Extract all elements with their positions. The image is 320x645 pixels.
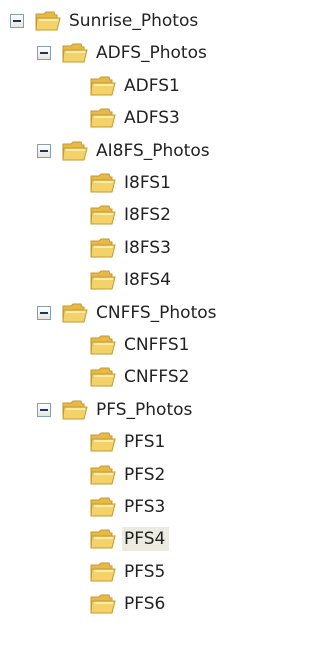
tree-node[interactable]: Sunrise_Photos bbox=[10, 6, 202, 36]
folder-tree: Sunrise_Photos ADFS_Photos ADFS1 ADFS3 AI8FS… bbox=[0, 0, 266, 645]
tree-node-label[interactable]: PFS_Photos bbox=[94, 398, 196, 422]
folder-icon bbox=[90, 269, 116, 291]
folder-icon bbox=[90, 366, 116, 388]
tree-node[interactable]: AI8FS_Photos bbox=[37, 136, 214, 166]
folder-icon bbox=[90, 107, 116, 129]
tree-node-label[interactable]: Sunrise_Photos bbox=[67, 9, 202, 33]
tree-node-label[interactable]: I8FS3 bbox=[122, 236, 175, 260]
folder-icon bbox=[62, 399, 88, 421]
tree-node[interactable]: CNFFS2 bbox=[90, 362, 193, 392]
folder-icon bbox=[62, 42, 88, 64]
folder-icon bbox=[62, 140, 88, 162]
folder-icon bbox=[90, 561, 116, 583]
tree-node-label[interactable]: PFS1 bbox=[122, 430, 169, 454]
tree-node[interactable]: I8FS4 bbox=[90, 265, 175, 295]
tree-node-label[interactable]: I8FS2 bbox=[122, 203, 175, 227]
tree-node[interactable]: PFS3 bbox=[90, 492, 169, 522]
collapse-icon[interactable] bbox=[37, 305, 51, 320]
collapse-icon[interactable] bbox=[10, 14, 24, 28]
folder-icon bbox=[90, 464, 116, 486]
collapse-icon[interactable] bbox=[37, 143, 51, 158]
collapse-icon[interactable] bbox=[37, 402, 51, 417]
tree-node-label[interactable]: PFS3 bbox=[122, 495, 169, 519]
folder-icon bbox=[90, 204, 116, 226]
tree-node[interactable]: ADFS1 bbox=[90, 71, 184, 101]
tree-node[interactable]: I8FS1 bbox=[90, 168, 175, 198]
tree-node[interactable]: CNFFS_Photos bbox=[37, 298, 221, 328]
tree-node[interactable]: I8FS2 bbox=[90, 200, 175, 230]
collapse-icon[interactable] bbox=[37, 46, 51, 61]
tree-node[interactable]: PFS4 bbox=[90, 524, 170, 554]
tree-node[interactable]: PFS_Photos bbox=[37, 395, 196, 425]
tree-node[interactable]: PFS5 bbox=[90, 557, 169, 587]
tree-node-label[interactable]: I8FS1 bbox=[122, 171, 175, 195]
tree-node[interactable]: PFS2 bbox=[90, 460, 169, 490]
tree-node[interactable]: ADFS_Photos bbox=[37, 38, 211, 68]
folder-icon bbox=[62, 302, 88, 324]
tree-node-label[interactable]: PFS6 bbox=[122, 592, 169, 616]
folder-icon bbox=[35, 10, 61, 32]
folder-icon bbox=[90, 172, 116, 194]
tree-node-label[interactable]: PFS4 bbox=[122, 527, 170, 552]
tree-node-label[interactable]: ADFS_Photos bbox=[94, 41, 211, 65]
tree-node[interactable]: PFS6 bbox=[90, 589, 169, 619]
folder-icon bbox=[90, 528, 116, 550]
tree-node-label[interactable]: CNFFS2 bbox=[122, 365, 193, 389]
tree-node-label[interactable]: CNFFS_Photos bbox=[94, 301, 221, 325]
tree-node-label[interactable]: ADFS3 bbox=[122, 106, 184, 130]
tree-node[interactable]: PFS1 bbox=[90, 427, 169, 457]
folder-icon bbox=[90, 496, 116, 518]
tree-node-label[interactable]: CNFFS1 bbox=[122, 333, 193, 357]
tree-node-label[interactable]: AI8FS_Photos bbox=[94, 139, 214, 163]
folder-icon bbox=[90, 334, 116, 356]
folder-icon bbox=[90, 431, 116, 453]
folder-icon bbox=[90, 237, 116, 259]
tree-node-label[interactable]: I8FS4 bbox=[122, 268, 175, 292]
tree-node-label[interactable]: ADFS1 bbox=[122, 74, 184, 98]
tree-node-label[interactable]: PFS2 bbox=[122, 463, 169, 487]
tree-node-label[interactable]: PFS5 bbox=[122, 560, 169, 584]
tree-node[interactable]: ADFS3 bbox=[90, 103, 184, 133]
tree-node[interactable]: I8FS3 bbox=[90, 233, 175, 263]
folder-icon bbox=[90, 593, 116, 615]
folder-icon bbox=[90, 75, 116, 97]
tree-node[interactable]: CNFFS1 bbox=[90, 330, 193, 360]
